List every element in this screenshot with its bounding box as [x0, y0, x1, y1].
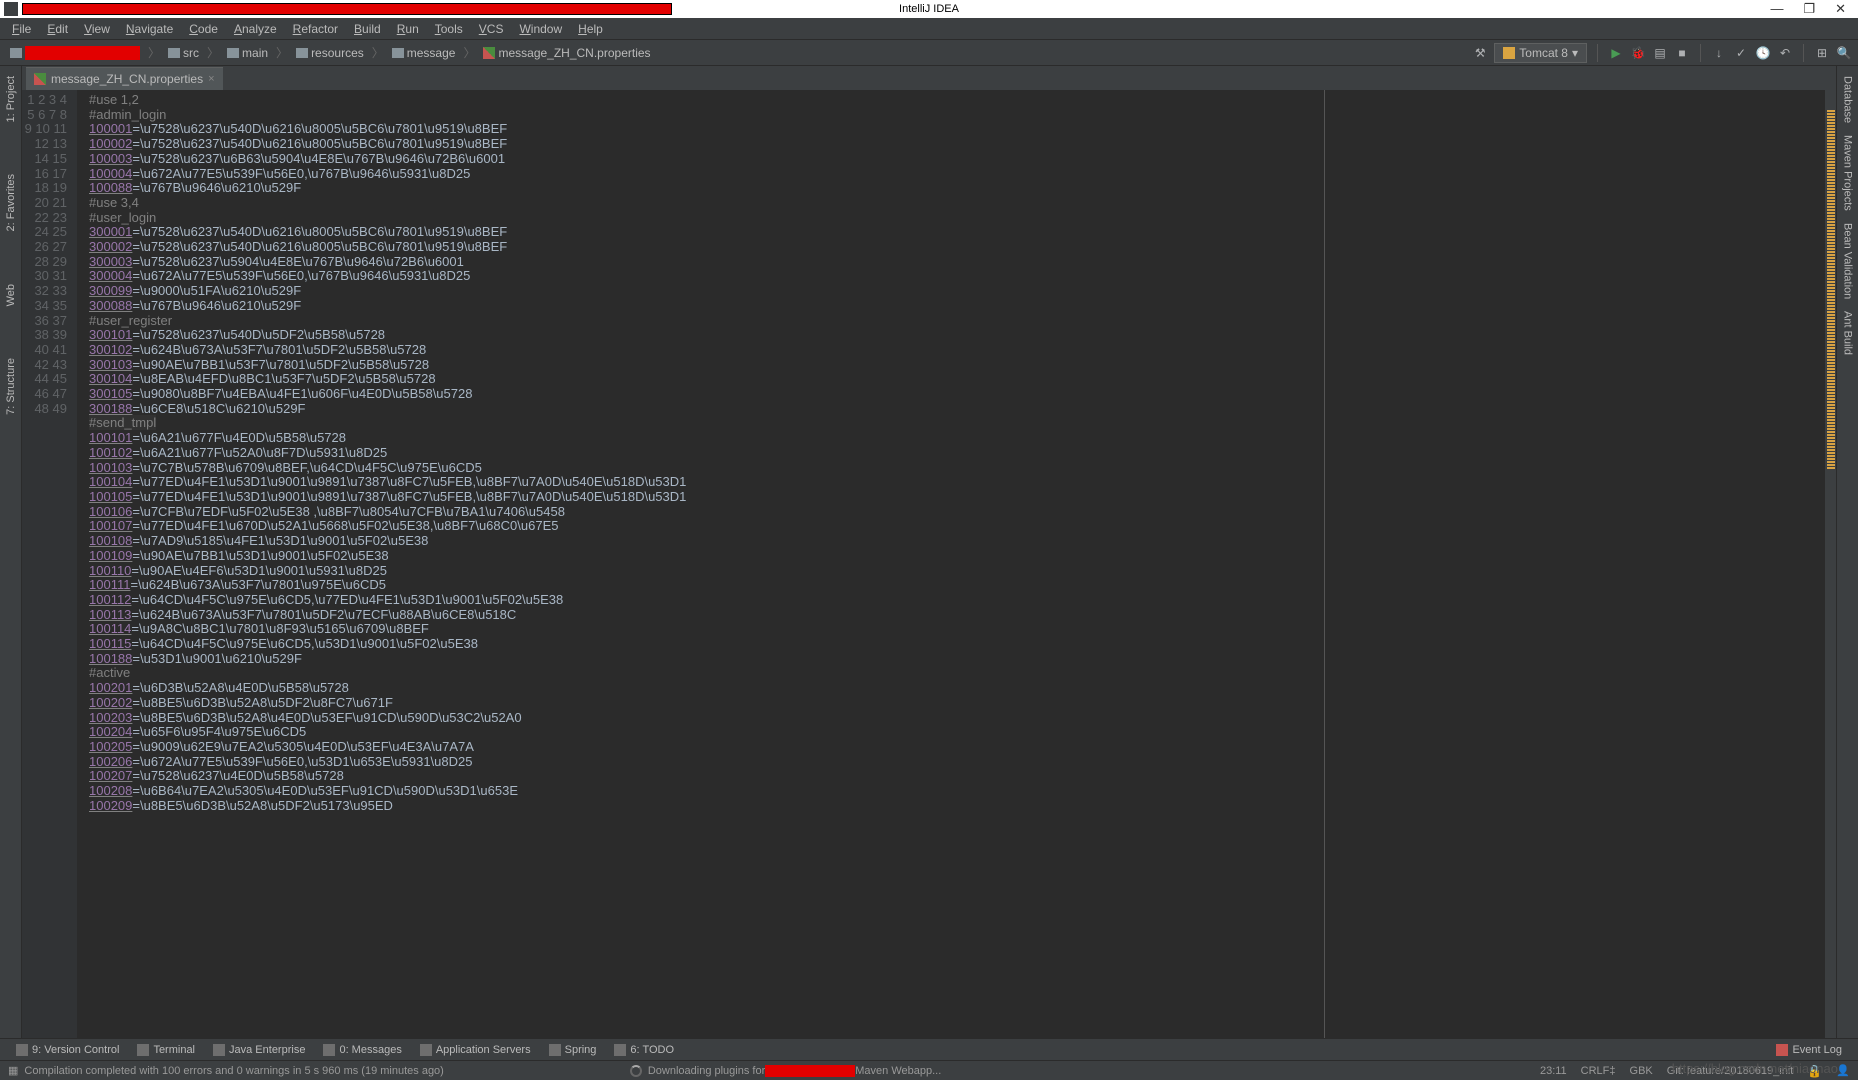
tool-maven-projects[interactable]: Maven Projects — [1840, 129, 1856, 217]
redacted-text — [765, 1065, 855, 1077]
breadcrumb-item[interactable] — [6, 45, 144, 61]
left-tool-stripe: 1: Project 2: Favorites Web 7: Structure — [0, 66, 22, 1038]
line-gutter: 1 2 3 4 5 6 7 8 9 10 11 12 13 14 15 16 1… — [22, 90, 77, 1038]
app-title: IntelliJ IDEA — [899, 3, 959, 15]
right-tool-stripe: DatabaseMaven ProjectsBean ValidationAnt… — [1836, 66, 1858, 1038]
menu-tools[interactable]: Tools — [429, 20, 469, 38]
breadcrumb: 〉src〉main〉resources〉message〉message_ZH_C… — [6, 44, 1472, 61]
breadcrumb-item[interactable]: main — [223, 45, 272, 61]
menu-build[interactable]: Build — [348, 20, 387, 38]
maximize-button[interactable]: ❐ — [1803, 1, 1815, 17]
vcs-update-icon[interactable]: ↓ — [1711, 45, 1727, 61]
tool----structure[interactable]: 7: Structure — [3, 352, 19, 421]
breadcrumb-item[interactable]: resources — [292, 45, 368, 61]
tool----favorites[interactable]: 2: Favorites — [3, 168, 19, 237]
tool----project[interactable]: 1: Project — [3, 70, 19, 128]
menu-view[interactable]: View — [78, 20, 116, 38]
menu-navigate[interactable]: Navigate — [120, 20, 179, 38]
hammer-icon[interactable]: ⚒ — [1472, 45, 1488, 61]
toolbar: 〉src〉main〉resources〉message〉message_ZH_C… — [0, 40, 1858, 66]
debug-button[interactable]: 🐞 — [1630, 45, 1646, 61]
tab-label: message_ZH_CN.properties — [51, 72, 203, 86]
watermark: https://blog.csdn.net/niaonao — [1672, 1061, 1838, 1076]
bottom-tab----version-control[interactable]: 9: Version Control — [8, 1042, 127, 1058]
bottom-tab----todo[interactable]: 6: TODO — [606, 1042, 682, 1058]
app-icon — [4, 2, 18, 16]
tool-web[interactable]: Web — [3, 278, 19, 312]
editor-tab[interactable]: message_ZH_CN.properties × — [26, 67, 223, 90]
menu-file[interactable]: File — [6, 20, 37, 38]
menu-edit[interactable]: Edit — [41, 20, 74, 38]
bottom-tab-spring[interactable]: Spring — [541, 1042, 605, 1058]
menu-analyze[interactable]: Analyze — [228, 20, 283, 38]
progress-text-a: Downloading plugins for — [648, 1065, 765, 1077]
line-separator[interactable]: CRLF‡ — [1581, 1065, 1616, 1077]
menu-run[interactable]: Run — [391, 20, 425, 38]
close-tab-icon[interactable]: × — [208, 73, 214, 85]
editor[interactable]: 1 2 3 4 5 6 7 8 9 10 11 12 13 14 15 16 1… — [22, 90, 1836, 1038]
error-stripe[interactable] — [1824, 90, 1836, 1038]
editor-tabs: message_ZH_CN.properties × — [22, 66, 1836, 90]
bottom-tab----messages[interactable]: 0: Messages — [315, 1042, 409, 1058]
status-message: Compilation completed with 100 errors an… — [24, 1065, 443, 1077]
breadcrumb-item[interactable]: message_ZH_CN.properties — [479, 45, 654, 61]
menu-vcs[interactable]: VCS — [473, 20, 510, 38]
tool-bean-validation[interactable]: Bean Validation — [1840, 217, 1856, 305]
bottom-tab-java-enterprise[interactable]: Java Enterprise — [205, 1042, 313, 1058]
vcs-commit-icon[interactable]: ✓ — [1733, 45, 1749, 61]
caret-position[interactable]: 23:11 — [1540, 1065, 1567, 1077]
separator — [1700, 44, 1701, 62]
tomcat-icon — [1503, 47, 1515, 59]
progress-spinner-icon — [630, 1065, 642, 1077]
run-config-selector[interactable]: Tomcat 8 ▾ — [1494, 43, 1587, 63]
split-pane — [1324, 90, 1824, 1038]
status-bar: ▦ Compilation completed with 100 errors … — [0, 1060, 1858, 1080]
code-area[interactable]: #use 1,2 #admin_login 100001=\u7528\u623… — [77, 90, 1324, 1038]
file-encoding[interactable]: GBK — [1630, 1065, 1653, 1077]
menu-code[interactable]: Code — [183, 20, 224, 38]
hector-icon[interactable]: 👤 — [1836, 1064, 1850, 1077]
breadcrumb-item[interactable]: message — [388, 45, 460, 61]
vcs-history-icon[interactable]: 🕓 — [1755, 45, 1771, 61]
title-bar: IntelliJ IDEA — ❐ ✕ — [0, 0, 1858, 18]
run-config-label: Tomcat 8 — [1519, 46, 1568, 60]
run-button[interactable]: ▶ — [1608, 45, 1624, 61]
chevron-down-icon: ▾ — [1572, 46, 1578, 60]
vcs-revert-icon[interactable]: ↶ — [1777, 45, 1793, 61]
stop-button[interactable]: ■ — [1674, 45, 1690, 61]
event-log-button[interactable]: Event Log — [1768, 1042, 1850, 1058]
separator — [1597, 44, 1598, 62]
progress-text-b: Maven Webapp... — [855, 1065, 941, 1077]
separator — [1803, 44, 1804, 62]
menu-window[interactable]: Window — [513, 20, 568, 38]
breadcrumb-item[interactable]: src — [164, 45, 203, 61]
properties-file-icon — [34, 73, 46, 85]
bottom-tool-tabs: 9: Version ControlTerminalJava Enterpris… — [0, 1038, 1858, 1060]
structure-icon[interactable]: ⊞ — [1814, 45, 1830, 61]
tool-ant-build[interactable]: Ant Build — [1840, 305, 1856, 361]
search-icon[interactable]: 🔍 — [1836, 45, 1852, 61]
tool-database[interactable]: Database — [1840, 70, 1856, 129]
close-button[interactable]: ✕ — [1835, 1, 1846, 17]
title-redacted — [22, 3, 672, 15]
menu-refactor[interactable]: Refactor — [287, 20, 344, 38]
status-icon[interactable]: ▦ — [8, 1064, 18, 1077]
bottom-tab-terminal[interactable]: Terminal — [129, 1042, 203, 1058]
menu-help[interactable]: Help — [572, 20, 609, 38]
coverage-button[interactable]: ▤ — [1652, 45, 1668, 61]
menu-bar: FileEditViewNavigateCodeAnalyzeRefactorB… — [0, 18, 1858, 40]
bottom-tab-application-servers[interactable]: Application Servers — [412, 1042, 539, 1058]
minimize-button[interactable]: — — [1770, 1, 1783, 17]
